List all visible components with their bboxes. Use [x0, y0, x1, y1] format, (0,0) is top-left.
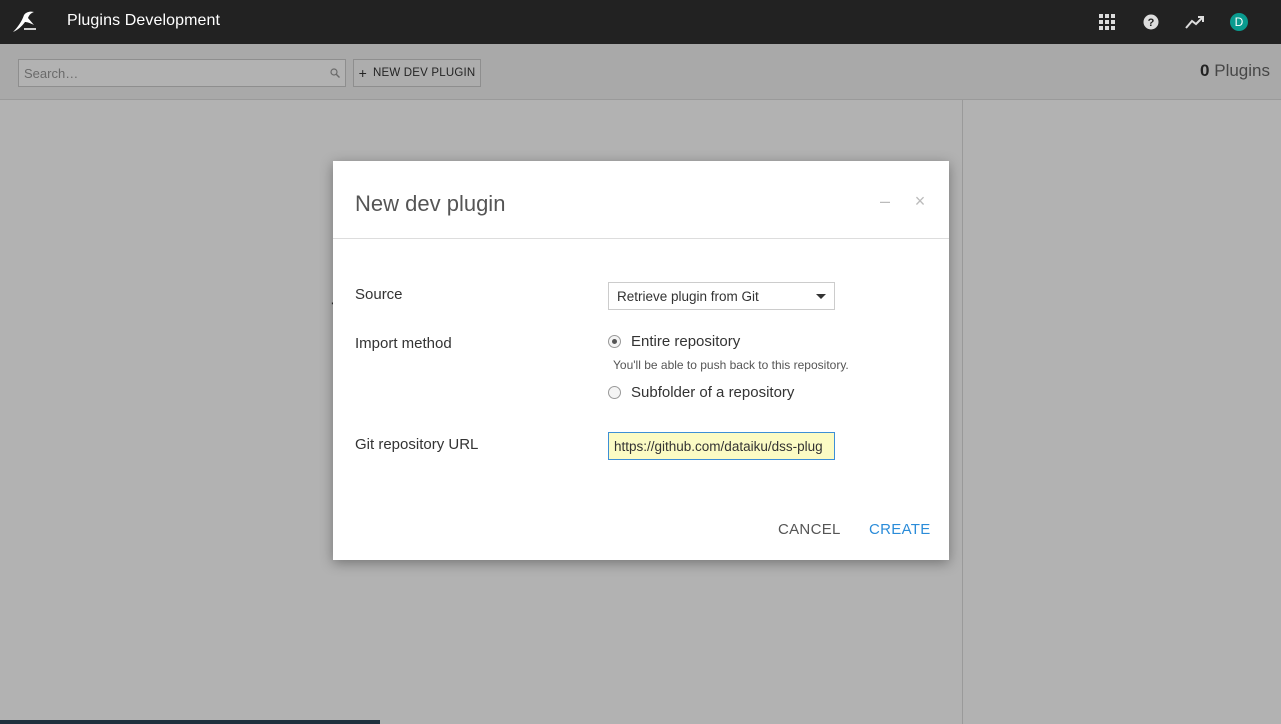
- modal-header: New dev plugin – ×: [333, 161, 949, 239]
- radio-subfolder[interactable]: [608, 386, 621, 399]
- source-label: Source: [355, 286, 403, 303]
- import-method-label: Import method: [355, 335, 452, 352]
- apps-grid-icon[interactable]: [1085, 0, 1129, 44]
- source-select[interactable]: Retrieve plugin from Git: [608, 282, 835, 310]
- navbar-icons: ? D: [1085, 0, 1261, 44]
- git-url-field: [608, 432, 835, 460]
- option-entire-label: Entire repository: [631, 333, 741, 350]
- svg-text:?: ?: [1148, 17, 1155, 29]
- dataiku-bird-logo-icon[interactable]: [10, 9, 38, 35]
- user-avatar[interactable]: D: [1217, 0, 1261, 44]
- git-url-input[interactable]: [609, 433, 834, 459]
- top-navbar: Plugins Development ? D: [0, 0, 1281, 44]
- import-option-entire[interactable]: Entire repository: [608, 333, 740, 350]
- help-icon[interactable]: ?: [1129, 0, 1173, 44]
- cancel-button[interactable]: CANCEL: [778, 521, 841, 538]
- import-option-subfolder[interactable]: Subfolder of a repository: [608, 384, 794, 401]
- source-select-value: Retrieve plugin from Git: [617, 289, 759, 304]
- option-subfolder-label: Subfolder of a repository: [631, 384, 795, 401]
- option-entire-help: You'll be able to push back to this repo…: [613, 358, 849, 372]
- activity-trend-icon[interactable]: [1173, 0, 1217, 44]
- minimize-icon[interactable]: –: [877, 192, 893, 210]
- radio-entire-repository[interactable]: [608, 335, 621, 348]
- bottom-status-bar: [0, 720, 380, 724]
- close-icon[interactable]: ×: [912, 192, 928, 210]
- create-button[interactable]: CREATE: [869, 521, 931, 538]
- caret-down-icon: [816, 294, 826, 299]
- new-dev-plugin-modal: New dev plugin – × Source Retrieve plugi…: [333, 161, 949, 560]
- git-url-label: Git repository URL: [355, 436, 479, 453]
- page-title: Plugins Development: [67, 12, 221, 29]
- modal-title: New dev plugin: [355, 191, 506, 216]
- avatar-initial: D: [1230, 13, 1248, 31]
